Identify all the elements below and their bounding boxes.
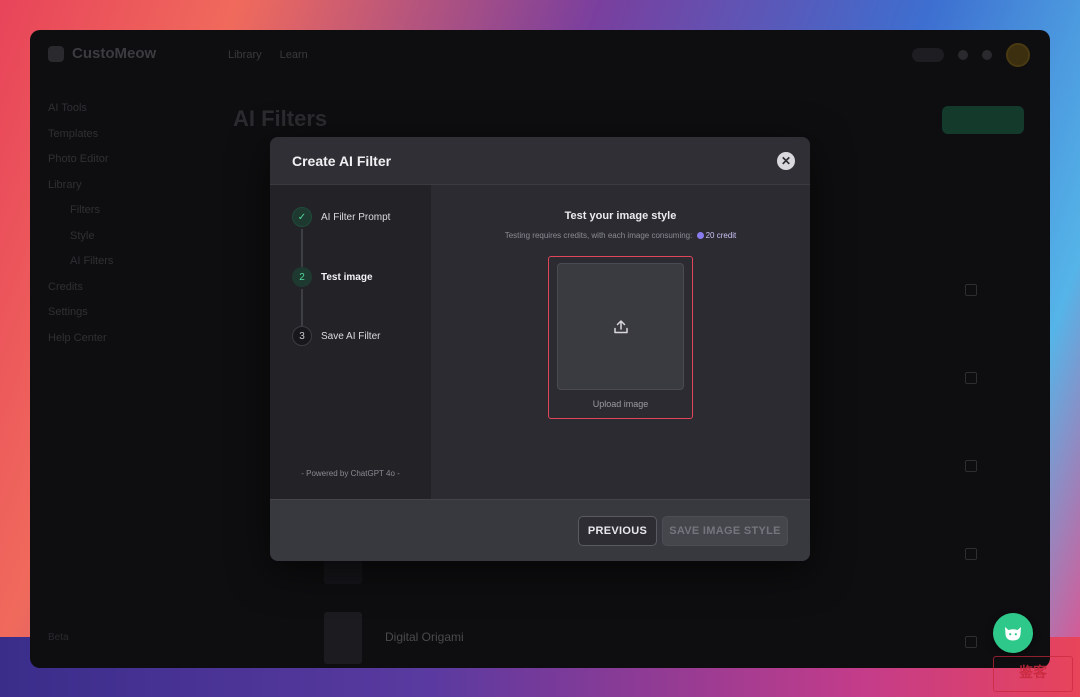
powered-by-label: - Powered by ChatGPT 4o - <box>301 469 400 478</box>
edit-icon[interactable] <box>965 548 977 560</box>
step-ai-filter-prompt[interactable]: ✓ AI Filter Prompt <box>292 207 390 227</box>
upload-label: Upload image <box>592 399 649 409</box>
cat-icon <box>1005 627 1021 641</box>
step-connector <box>301 289 303 326</box>
test-image-heading: Test your image style <box>564 210 677 222</box>
check-icon: ✓ <box>292 207 312 227</box>
close-icon[interactable]: ✕ <box>777 152 795 170</box>
sidebar-item-templates[interactable]: Templates <box>48 122 113 148</box>
avatar[interactable] <box>1006 43 1030 67</box>
sidebar-item-library[interactable]: Library <box>48 173 113 199</box>
sidebar-item-style[interactable]: Style <box>48 224 113 250</box>
edit-icon[interactable] <box>965 460 977 472</box>
step-label: AI Filter Prompt <box>321 211 391 223</box>
sidebar-item-photo-editor[interactable]: Photo Editor <box>48 147 113 173</box>
filter-row-name: Digital Origami <box>385 630 464 644</box>
test-image-panel: Test your image style Testing requires c… <box>431 185 810 499</box>
sidebar-item-ai-filters[interactable]: AI Filters <box>48 249 113 275</box>
credit-icon <box>696 232 704 239</box>
sidebar-item-help[interactable]: Help Center <box>48 326 113 352</box>
stepper: ✓ AI Filter Prompt 2 Test image 3 Save A… <box>270 185 431 499</box>
step-save-ai-filter[interactable]: 3 Save AI Filter <box>292 326 380 346</box>
step-label: Test image <box>321 271 373 283</box>
nav-item-learn[interactable]: Learn <box>280 49 308 61</box>
step-number: 2 <box>292 267 312 287</box>
edit-icon[interactable] <box>965 284 977 296</box>
app-window: CustoMeow Library Learn AI Tools Templat… <box>30 30 1050 668</box>
filter-thumbnail <box>324 612 362 664</box>
sidebar: AI Tools Templates Photo Editor Library … <box>48 96 113 351</box>
step-connector <box>301 229 303 267</box>
upload-dropzone[interactable] <box>557 263 684 390</box>
create-button[interactable] <box>942 106 1024 134</box>
modal-title: Create AI Filter <box>292 153 392 169</box>
top-nav: Library Learn <box>228 49 308 61</box>
nav-item-library[interactable]: Library <box>228 49 262 61</box>
watermark-stamp: 鉴客 <box>993 656 1073 692</box>
cat-logo-icon <box>48 45 64 62</box>
previous-button[interactable]: PREVIOUS <box>578 516 657 546</box>
app-logo: CustoMeow <box>48 45 156 62</box>
credit-amount: 20 credit <box>705 231 737 240</box>
step-test-image[interactable]: 2 Test image <box>292 267 373 287</box>
sidebar-item-settings[interactable]: Settings <box>48 300 113 326</box>
credits-pill[interactable] <box>912 48 944 62</box>
modal-header: Create AI Filter ✕ <box>270 137 810 185</box>
step-label: Save AI Filter <box>321 330 381 342</box>
settings-icon[interactable] <box>982 50 992 60</box>
help-chat-button[interactable] <box>993 613 1033 653</box>
edit-icon[interactable] <box>965 372 977 384</box>
sidebar-item-filters[interactable]: Filters <box>48 198 113 224</box>
credit-note: Testing requires credits, with each imag… <box>431 231 810 240</box>
save-image-style-button[interactable]: SAVE IMAGE STYLE <box>662 516 788 546</box>
sidebar-footer: Beta <box>48 632 69 643</box>
logo-text: CustoMeow <box>72 45 157 62</box>
notification-icon[interactable] <box>958 50 968 60</box>
credit-note-text: Testing requires credits, with each imag… <box>504 231 693 240</box>
edit-icon[interactable] <box>965 636 977 648</box>
sidebar-item-ai-tools[interactable]: AI Tools <box>48 96 113 122</box>
page-title: AI Filters <box>233 106 328 131</box>
upload-icon <box>613 319 628 333</box>
step-number: 3 <box>292 326 312 346</box>
modal-footer: PREVIOUS SAVE IMAGE STYLE <box>270 499 810 561</box>
sidebar-item-credits[interactable]: Credits <box>48 275 113 301</box>
top-right-controls <box>912 43 1030 67</box>
create-ai-filter-modal: Create AI Filter ✕ ✓ AI Filter Prompt 2 … <box>270 137 810 561</box>
